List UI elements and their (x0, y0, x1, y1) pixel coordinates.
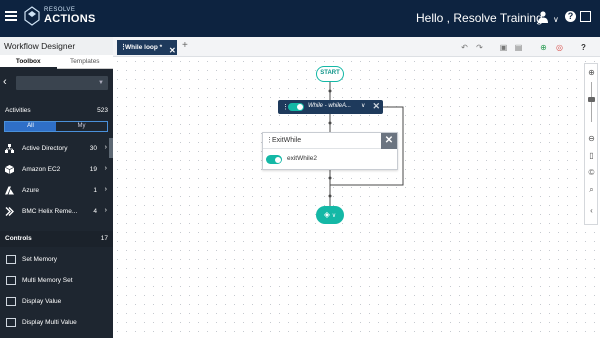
exit-node-header: ⋮ ExitWhile ✕ (263, 133, 397, 149)
zoom-slider-thumb[interactable] (588, 97, 595, 102)
end-node[interactable]: ◈ ∨ (316, 206, 344, 224)
exit-while-node[interactable]: ⋮ ExitWhile ✕ exitWhile2 (262, 132, 398, 170)
book-icon[interactable]: ▯ (587, 151, 596, 160)
while-node[interactable]: ⋮ While - whileA... ∨ ✕ (278, 100, 383, 114)
zoom-toolbar: ⊕ ⊖ ▯ © ⌕ ‹ (584, 63, 598, 225)
exit-node-title: ExitWhile (272, 137, 302, 144)
chevron-left-icon[interactable]: ‹ (587, 206, 596, 215)
exit-enable-toggle[interactable] (266, 155, 282, 164)
close-icon[interactable]: ✕ (372, 101, 380, 112)
close-icon[interactable]: ✕ (381, 133, 397, 149)
start-node[interactable]: START (316, 66, 344, 82)
while-enable-toggle[interactable] (288, 103, 304, 111)
chevron-down-icon: ∨ (330, 213, 337, 219)
chevron-down-icon[interactable]: ∨ (361, 102, 365, 109)
zoom-slider-track[interactable] (591, 82, 592, 122)
zoom-in-icon[interactable]: ⊕ (587, 68, 596, 77)
search-icon[interactable]: ⌕ (587, 185, 596, 194)
exit-item-label: exitWhile2 (287, 155, 317, 162)
while-node-label: While - whileA... (308, 103, 352, 109)
zoom-out-icon[interactable]: ⊖ (587, 134, 596, 143)
copyright-icon[interactable]: © (587, 168, 596, 177)
